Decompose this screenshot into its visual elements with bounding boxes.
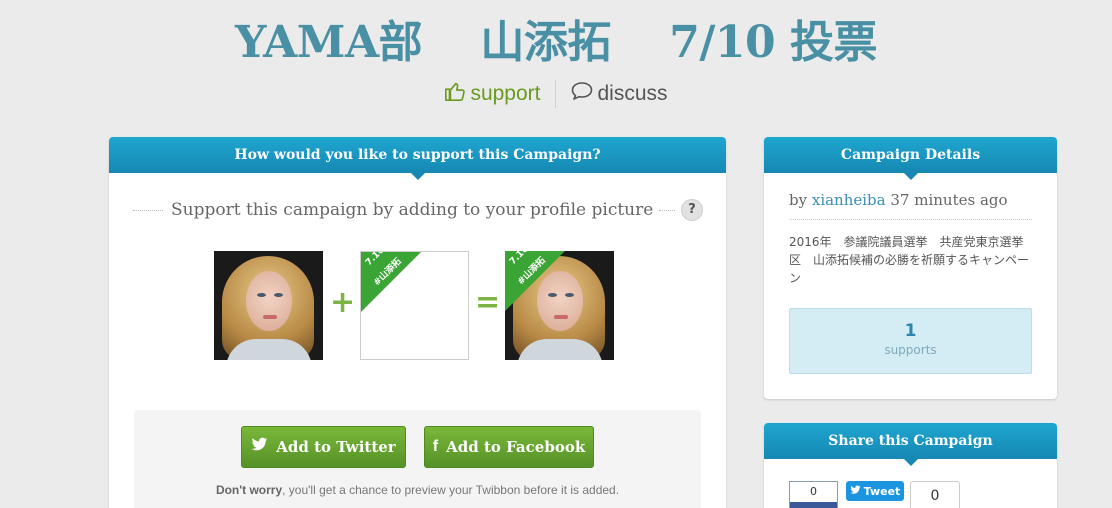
support-link[interactable]: support <box>444 80 556 108</box>
support-label: support <box>470 82 541 105</box>
tweet-label: Tweet <box>863 484 901 498</box>
campaign-byline: by xianheiba 37 minutes ago <box>789 191 1008 209</box>
facebook-like-bar <box>790 502 837 508</box>
equals-sign: = <box>475 285 501 320</box>
discuss-label: discuss <box>597 82 668 105</box>
share-panel-heading: Share this Campaign <box>764 423 1057 466</box>
divider <box>789 219 1032 220</box>
author-link[interactable]: xianheiba <box>812 191 886 209</box>
tweet-button[interactable]: Tweet <box>846 481 904 501</box>
original-profile-picture <box>214 251 323 360</box>
campaign-details-heading: Campaign Details <box>764 137 1057 180</box>
thumbs-up-icon <box>444 80 466 108</box>
twibbon-overlay: 7.10 #山添拓 <box>360 251 469 360</box>
help-button[interactable]: ? <box>681 199 703 221</box>
twitter-button-label: Add to Twitter <box>276 438 396 456</box>
campaign-ribbon: 7.10 #山添拓 <box>505 251 565 311</box>
facebook-f-icon: f <box>432 438 439 455</box>
profile-picture-instruction: Support this campaign by adding to your … <box>133 199 703 221</box>
facebook-share-count[interactable]: 0 <box>789 481 838 508</box>
supports-label: supports <box>884 343 937 357</box>
supports-counter: 1 supports <box>789 308 1032 374</box>
support-panel-heading: How would you like to support this Campa… <box>109 137 726 180</box>
twitter-bird-icon <box>251 437 268 457</box>
created-time: 37 minutes ago <box>890 191 1008 209</box>
campaign-actions: support discuss <box>0 80 1112 108</box>
instruction-text: Support this campaign by adding to your … <box>171 200 654 220</box>
facebook-count-value: 0 <box>810 485 817 498</box>
by-prefix: by <box>789 191 808 209</box>
plus-sign: + <box>330 285 356 320</box>
supports-count: 1 <box>904 321 917 341</box>
preview-note: Don't worry, you'll get a chance to prev… <box>134 483 701 497</box>
add-to-facebook-button[interactable]: f Add to Facebook <box>424 426 594 468</box>
divider <box>133 209 163 211</box>
page-title: YAMA部 山添拓 7/10 投票 <box>235 17 877 68</box>
facebook-button-label: Add to Facebook <box>446 438 586 456</box>
share-panel: Share this Campaign 0 Tweet 0 <box>764 423 1057 508</box>
add-to-twitter-button[interactable]: Add to Twitter <box>241 426 406 468</box>
discuss-link[interactable]: discuss <box>556 80 668 108</box>
note-emphasis: Don't worry <box>215 483 283 497</box>
campaign-details-panel: Campaign Details by xianheiba 37 minutes… <box>764 137 1057 399</box>
divider <box>659 209 675 211</box>
twitter-bird-icon <box>850 485 861 498</box>
campaign-ribbon: 7.10 #山添拓 <box>361 252 421 312</box>
note-text: , you'll get a chance to preview your Tw… <box>282 483 620 497</box>
share-count-bubble[interactable]: 0 <box>910 481 960 508</box>
campaign-description: 2016年 参議院議員選挙 共産党東京選挙区 山添拓候補の必勝を祈願するキャンペ… <box>789 235 1030 285</box>
preview-profile-picture: 7.10 #山添拓 <box>505 251 614 360</box>
support-panel: How would you like to support this Campa… <box>109 137 726 508</box>
add-buttons-area: Add to Twitter f Add to Facebook Don't w… <box>134 410 701 508</box>
speech-bubble-icon <box>570 80 594 108</box>
